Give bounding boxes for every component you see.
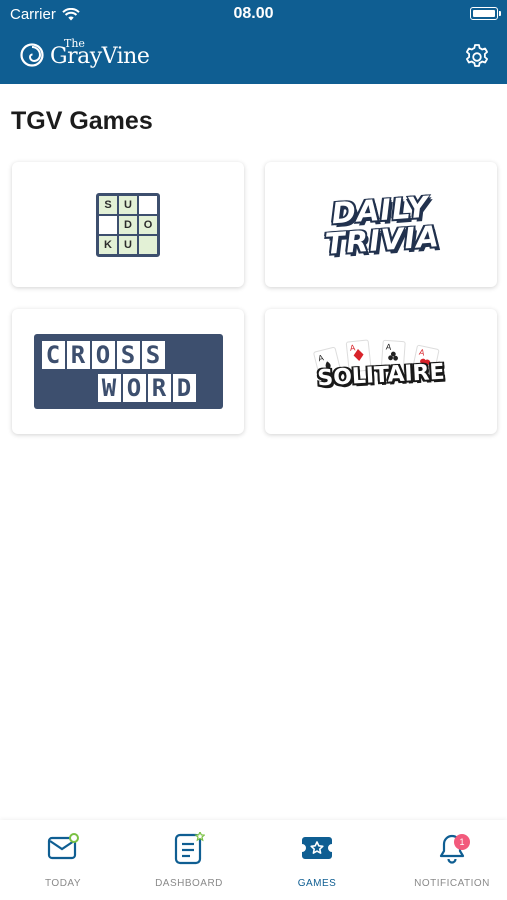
gear-icon[interactable]	[463, 43, 491, 71]
daily-trivia-card[interactable]: DAILY TRIVIA	[265, 162, 497, 287]
solitaire-card[interactable]: A A A A SOLITAIRE	[265, 309, 497, 434]
swirl-logo-icon	[20, 42, 44, 67]
sudoku-cell	[139, 195, 157, 214]
crossword-card[interactable]: C R O S S W O R D	[12, 309, 244, 434]
sudoku-cell: K	[99, 235, 117, 254]
tab-label: TODAY	[44, 878, 82, 889]
tab-bar: TODAY DASHBOARD GAMES 1 NOTIFICATION	[0, 820, 507, 900]
crossword-cell: S	[141, 341, 165, 369]
crossword-cell: S	[116, 341, 140, 369]
mail-icon	[47, 833, 79, 860]
solitaire-logo: A A A A SOLITAIRE	[311, 337, 451, 407]
crossword-cell: W	[97, 374, 121, 402]
app-header: The GrayVine	[0, 30, 507, 84]
logo: The GrayVine	[20, 37, 150, 69]
sudoku-cell: S	[99, 195, 117, 214]
clock: 08.00	[233, 5, 274, 22]
tab-label: DASHBOARD	[155, 878, 223, 889]
tab-label: NOTIFICATION	[414, 878, 490, 889]
crossword-cell: D	[172, 374, 196, 402]
crossword-cell: O	[91, 341, 115, 369]
tab-today[interactable]: TODAY	[0, 820, 126, 900]
page-title: TGV Games	[11, 107, 153, 135]
trivia-line-2: TRIVIA	[323, 218, 441, 261]
status-bar: Carrier 08.00	[0, 0, 507, 30]
daily-trivia-logo: DAILY TRIVIA	[322, 189, 441, 261]
sudoku-cell: O	[139, 215, 157, 234]
notification-badge: 1	[454, 834, 470, 850]
logo-the-text: The	[64, 37, 85, 50]
crossword-cell: R	[66, 341, 90, 369]
crossword-cell: C	[41, 341, 65, 369]
sudoku-card[interactable]: S U D O K U	[12, 162, 244, 287]
ticket-star-icon	[302, 837, 332, 859]
sudoku-cell: U	[119, 195, 137, 214]
tab-games[interactable]: GAMES	[254, 820, 380, 900]
tab-notification[interactable]: 1 NOTIFICATION	[389, 820, 507, 900]
dashboard-icon	[174, 832, 205, 865]
crossword-logo: C R O S S W O R D	[33, 334, 223, 409]
battery-icon	[470, 7, 501, 20]
sudoku-cell: D	[119, 215, 137, 234]
tab-dashboard[interactable]: DASHBOARD	[126, 820, 252, 900]
sudoku-cell: U	[119, 235, 137, 254]
sudoku-logo: S U D O K U	[96, 192, 160, 257]
crossword-cell: O	[122, 374, 146, 402]
sudoku-cell	[139, 235, 157, 254]
crossword-cell: R	[147, 374, 171, 402]
sudoku-cell	[99, 215, 117, 234]
tab-label: GAMES	[297, 878, 337, 889]
